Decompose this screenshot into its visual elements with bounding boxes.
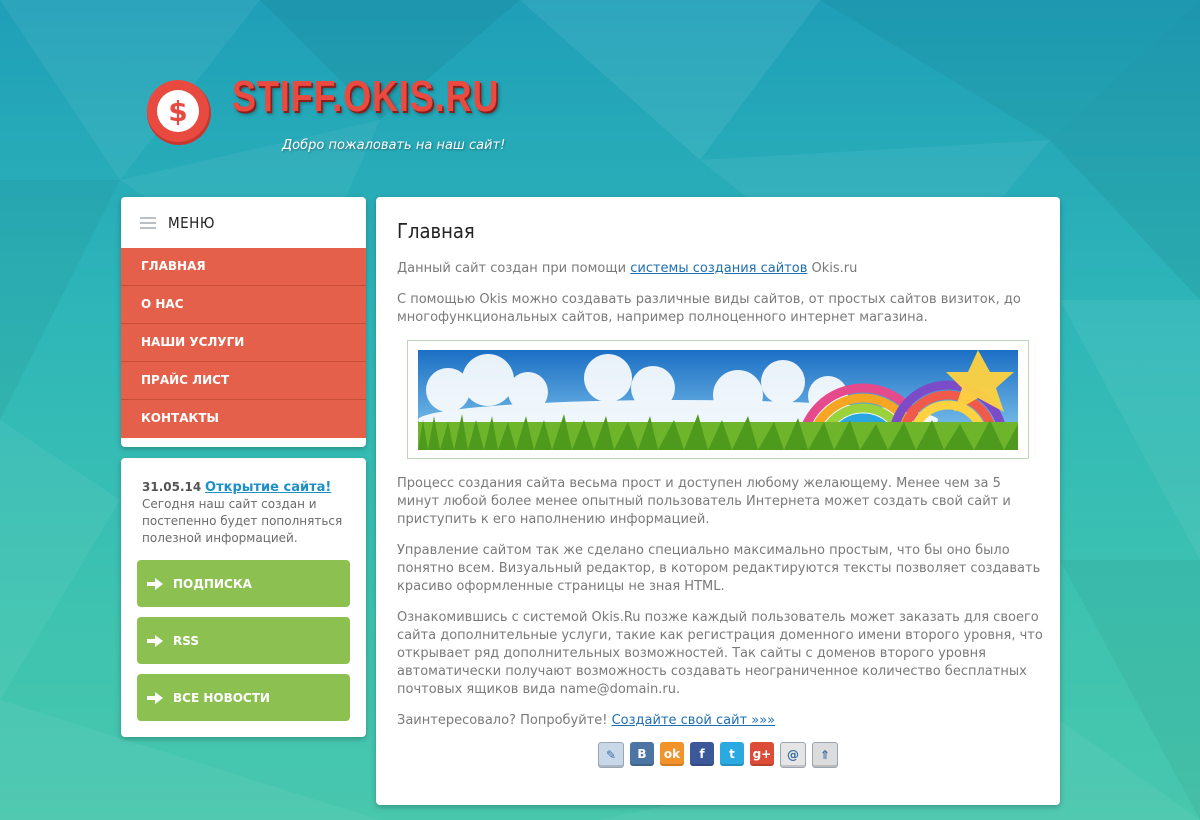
menu-item-contacts[interactable]: КОНТАКТЫ [121,400,366,438]
rss-button[interactable]: RSS [137,617,350,664]
more-share-icon[interactable]: ⇑ [812,742,838,768]
menu-item-home[interactable]: ГЛАВНАЯ [121,248,366,286]
paragraph-3: Управление сайтом так же сделано специал… [397,543,1041,594]
vkontakte-icon[interactable]: B [630,742,654,766]
paragraph-1: С помощью Okis можно создавать различные… [397,292,1021,325]
arrow-right-icon [147,691,163,704]
news-entry: 31.05.14 Открытие сайта! Сегодня наш сай… [142,479,347,547]
twitter-icon[interactable]: t [720,742,744,766]
menu-title: МЕНЮ [168,213,215,232]
menu-item-about[interactable]: О НАС [121,286,366,324]
news-panel: 31.05.14 Открытие сайта! Сегодня наш сай… [121,458,366,737]
subscribe-button[interactable]: ПОДПИСКА [137,560,350,607]
subscribe-label: ПОДПИСКА [173,576,252,591]
dollar-logo-icon[interactable]: $ [145,78,213,146]
share-bar: ✎ Bok f t g+ @ ⇑ [598,742,844,768]
arrow-right-icon [147,577,163,590]
site-title[interactable]: STIFF.OKIS.RU [232,72,499,122]
menu-header: МЕНЮ [121,197,366,248]
banner-frame [407,340,1029,459]
sidebar-menu: МЕНЮ ГЛАВНАЯ О НАС НАШИ УСЛУГИ ПРАЙС ЛИС… [121,197,366,447]
list-icon [140,214,156,232]
menu-list: ГЛАВНАЯ О НАС НАШИ УСЛУГИ ПРАЙС ЛИСТ КОН… [121,248,366,438]
banner-image [418,350,1018,450]
main-content: Главная Данный сайт создан при помощи си… [376,197,1060,805]
create-site-link[interactable]: Создайте свой сайт »»» [612,713,776,728]
mail-ru-icon[interactable]: @ [780,742,806,768]
site-tagline: Добро пожаловать на наш сайт! [282,138,506,153]
paragraph-2: Процесс создания сайта весьма прост и до… [397,476,1011,527]
all-news-button[interactable]: ВСЕ НОВОСТИ [137,674,350,721]
menu-item-price-list[interactable]: ПРАЙС ЛИСТ [121,362,366,400]
odnoklassniki-icon[interactable]: ok [660,742,684,766]
intro-paragraph: Данный сайт создан при помощи системы со… [397,261,858,276]
livejournal-icon[interactable]: ✎ [598,742,624,768]
menu-item-services[interactable]: НАШИ УСЛУГИ [121,324,366,362]
news-date: 31.05.14 [142,480,202,494]
news-text: Сегодня наш сайт создан и постепенно буд… [142,497,343,545]
cta-paragraph: Заинтересовало? Попробуйте! Создайте сво… [397,713,776,728]
site-builder-link[interactable]: системы создания сайтов [630,261,807,276]
svg-text:$: $ [168,95,187,128]
all-news-label: ВСЕ НОВОСТИ [173,690,270,705]
google-plus-icon[interactable]: g+ [750,742,774,766]
page-title: Главная [397,219,475,243]
paragraph-4: Ознакомившись с системой Okis.Ru позже к… [397,610,1043,697]
rss-label: RSS [173,633,199,648]
news-link[interactable]: Открытие сайта! [205,480,331,495]
arrow-right-icon [147,634,163,647]
facebook-icon[interactable]: f [690,742,714,766]
